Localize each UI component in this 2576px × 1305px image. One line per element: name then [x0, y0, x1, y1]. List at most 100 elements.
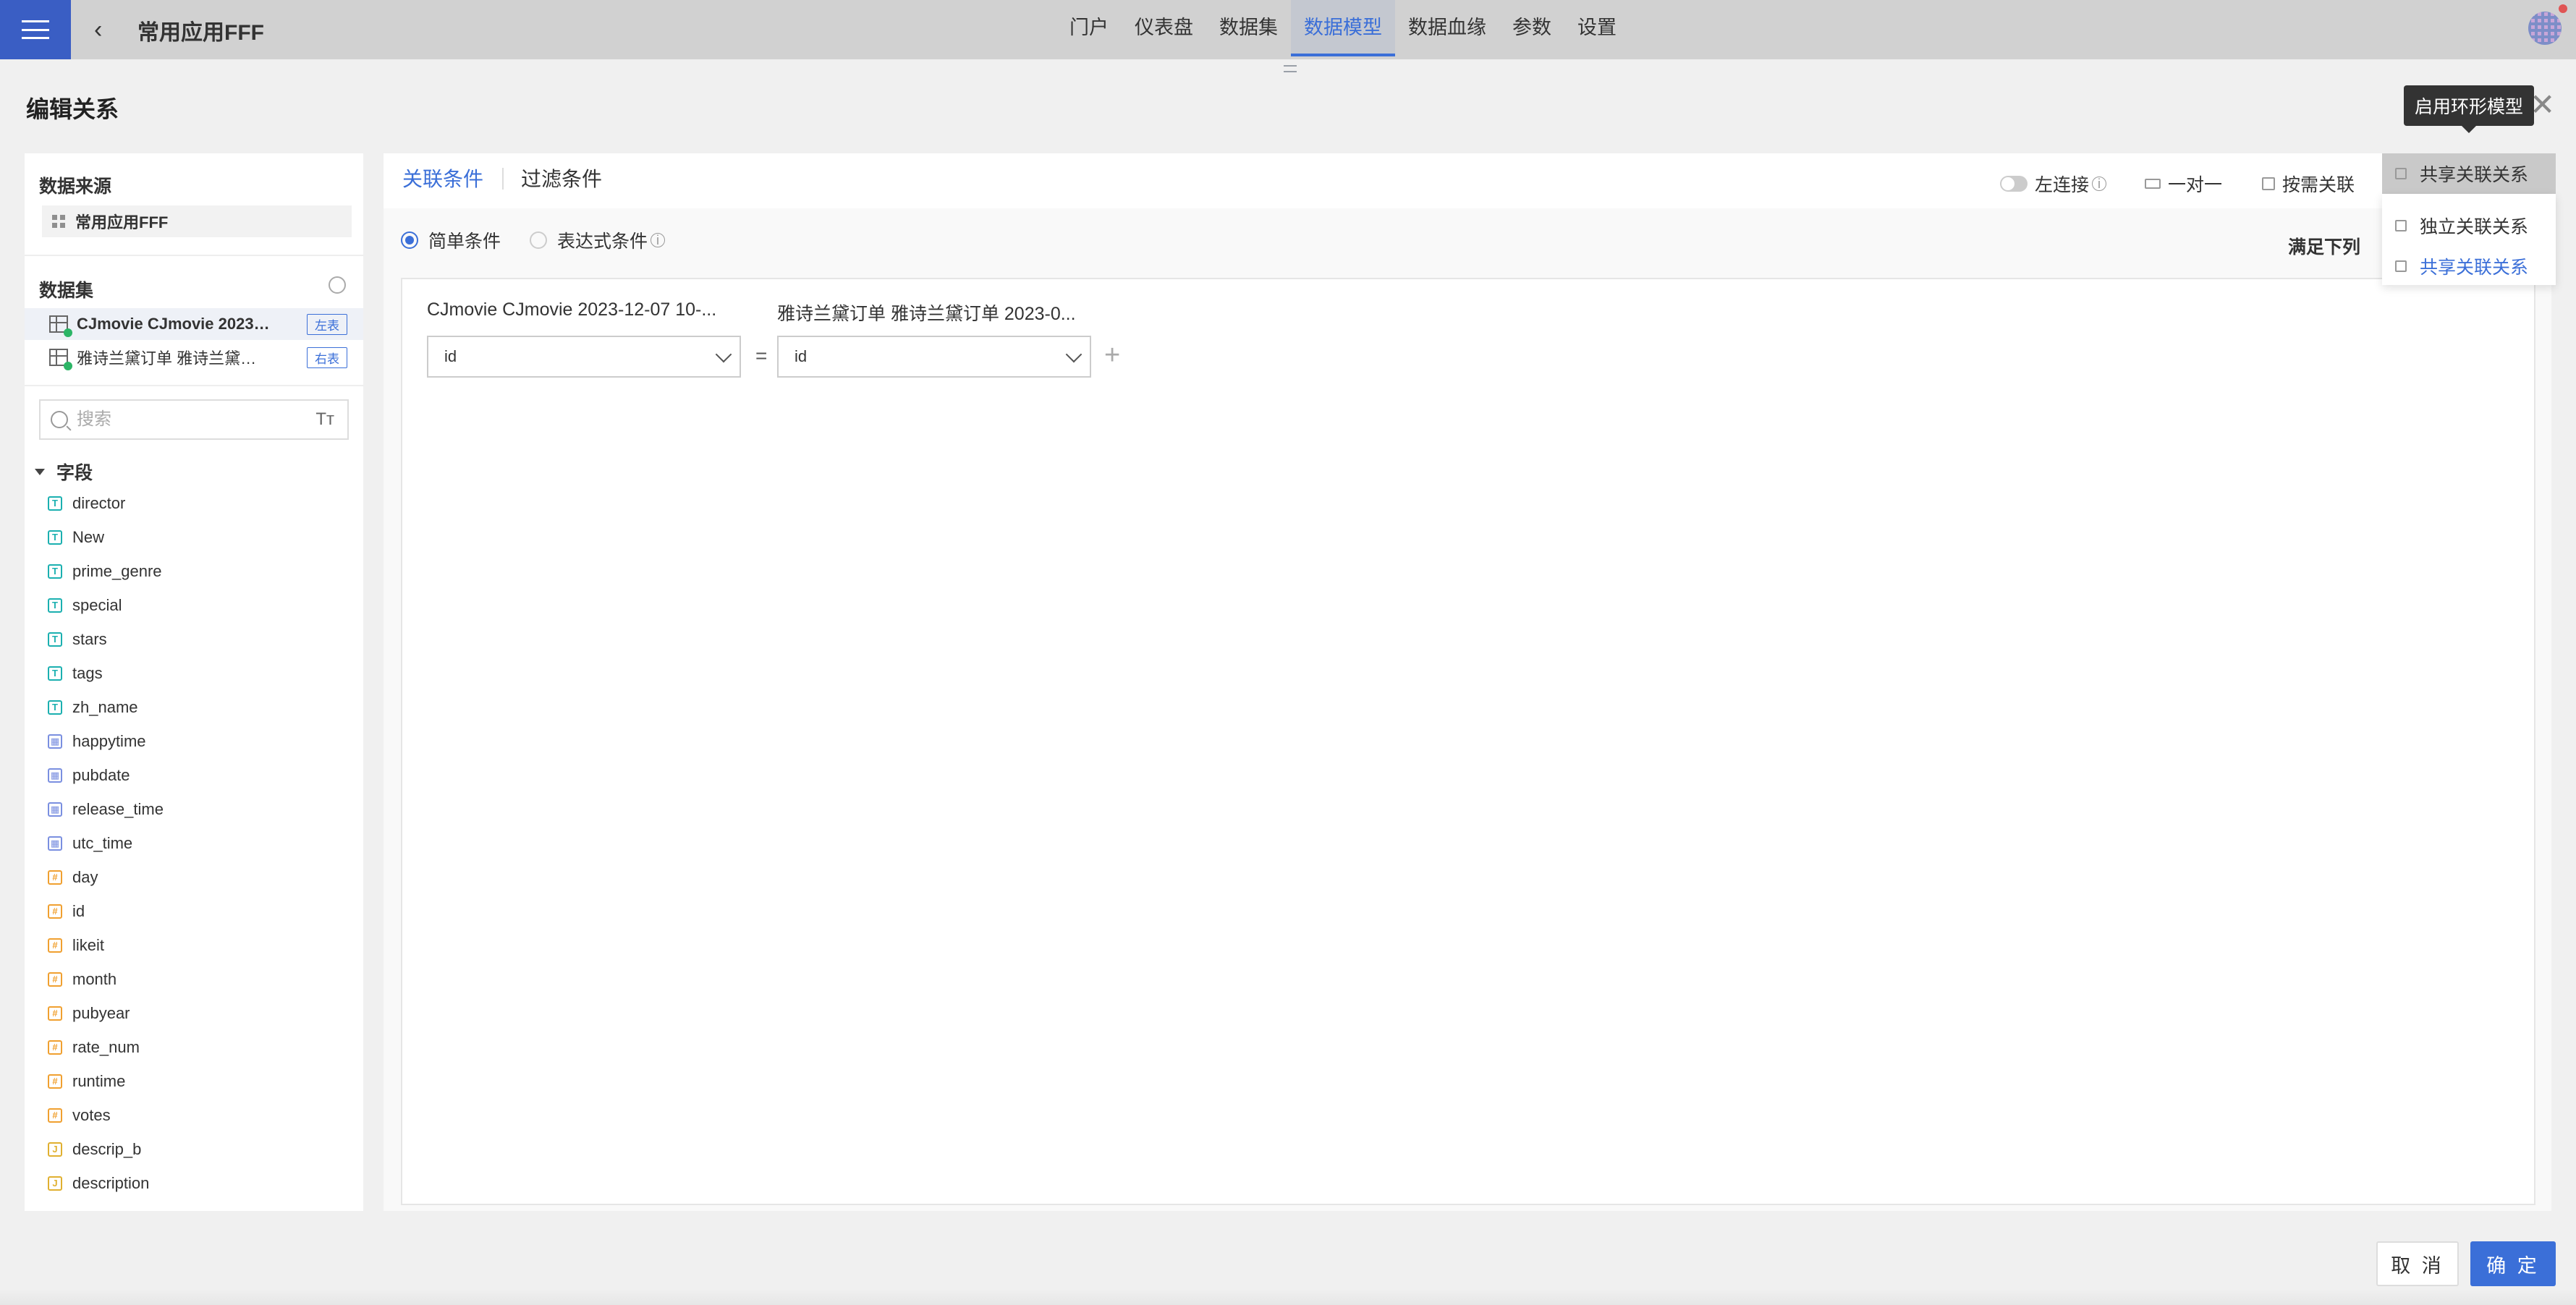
relation-dropdown: 独立关联关系 共享关联关系: [2382, 194, 2556, 285]
drag-handle-icon[interactable]: [1284, 65, 1297, 72]
right-panel: 关联条件 过滤条件 左连接 i 一对一 按需关联 简单条件 表达式条件 i 满足…: [384, 153, 2551, 1211]
simple-condition-label[interactable]: 简单条件: [428, 227, 501, 253]
link-icon: [2145, 179, 2161, 189]
field-item[interactable]: Tstars: [48, 622, 164, 656]
field-item[interactable]: # runtime: [48, 1064, 164, 1098]
number-type-icon: #: [48, 972, 62, 987]
dropdown-item-shared[interactable]: 共享关联关系: [2382, 246, 2556, 286]
operator: =: [755, 344, 768, 367]
field-name: description: [72, 1173, 150, 1192]
dropdown-item-label: 共享关联关系: [2420, 258, 2529, 278]
notification-dot: [2559, 4, 2567, 13]
nav-dataset[interactable]: 数据集: [1206, 0, 1291, 56]
share-relation-button[interactable]: 共享关联关系: [2382, 153, 2556, 194]
one-to-one-button[interactable]: 一对一: [2145, 171, 2222, 197]
number-type-icon: #: [48, 938, 62, 953]
field-item[interactable]: Jdescrip_b: [48, 1132, 164, 1166]
left-join-label: 左连接: [2035, 175, 2090, 195]
confirm-button[interactable]: 确 定: [2470, 1241, 2556, 1286]
left-join-toggle[interactable]: 左连接 i: [2000, 171, 2107, 197]
field-item[interactable]: # id: [48, 894, 164, 928]
calendar-icon: ▦: [48, 802, 62, 817]
field-item[interactable]: ▦ release_time: [48, 792, 164, 826]
field-item[interactable]: T New: [48, 520, 164, 554]
right-table-badge: 右表: [307, 347, 347, 368]
text-type-icon: T: [48, 564, 62, 579]
field-item[interactable]: Jdescription: [48, 1166, 164, 1200]
field-item[interactable]: Tprime_genre: [48, 554, 164, 588]
field-item[interactable]: # likeit: [48, 928, 164, 962]
text-type-icon: T: [48, 666, 62, 681]
nav-settings[interactable]: 设置: [1564, 0, 1630, 56]
on-demand-label: 按需关联: [2282, 175, 2355, 195]
nav-data-model[interactable]: 数据模型: [1291, 0, 1395, 56]
field-item[interactable]: Ttags: [48, 656, 164, 690]
field-name: stars: [72, 629, 107, 648]
cancel-button[interactable]: 取 消: [2376, 1241, 2459, 1286]
tab-join-condition[interactable]: 关联条件: [402, 163, 483, 192]
tab-separator: [502, 168, 504, 190]
on-demand-join-button[interactable]: 按需关联: [2262, 171, 2355, 197]
left-field-select[interactable]: id: [427, 336, 741, 378]
field-item[interactable]: Tspecial: [48, 588, 164, 622]
menu-button[interactable]: [0, 0, 71, 59]
nav-parameters[interactable]: 参数: [1499, 0, 1564, 56]
copy-icon: [2262, 177, 2275, 190]
field-name: tags: [72, 663, 103, 682]
dropdown-item-independent[interactable]: 独立关联关系: [2382, 205, 2556, 246]
top-bar: ‹ 常用应用FFF 门户 仪表盘 数据集 数据模型 数据血缘 参数 设置: [0, 0, 2576, 59]
right-field-value: id: [795, 347, 808, 365]
avatar[interactable]: [2528, 12, 2562, 45]
dataset-search-icon[interactable]: [329, 276, 346, 294]
fields-group-header[interactable]: 字段: [35, 459, 93, 485]
field-name: day: [72, 867, 98, 886]
field-item[interactable]: # pubyear: [48, 996, 164, 1030]
number-type-icon: #: [48, 904, 62, 919]
field-item[interactable]: ▦ pubdate: [48, 758, 164, 792]
dataset-row[interactable]: CJmovie CJmovie 2023-12-07 10-... 左表: [25, 308, 363, 340]
field-item[interactable]: Tzh_name: [48, 690, 164, 724]
text-type-icon: T: [48, 632, 62, 647]
nav-data-lineage[interactable]: 数据血缘: [1395, 0, 1499, 56]
table-icon: [49, 349, 72, 370]
app-grid-icon: [52, 215, 65, 228]
calendar-icon: ▦: [48, 734, 62, 749]
field-item[interactable]: Tdirector: [48, 486, 164, 520]
radio-simple[interactable]: [401, 231, 418, 249]
nav-dashboard[interactable]: 仪表盘: [1122, 0, 1206, 56]
modal-title: 编辑关系: [26, 96, 119, 122]
search-input[interactable]: [75, 409, 295, 430]
field-item[interactable]: ▦ happytime: [48, 724, 164, 758]
one-to-one-label: 一对一: [2168, 175, 2223, 195]
field-name: pubdate: [72, 765, 130, 784]
nav-portal[interactable]: 门户: [1056, 0, 1122, 56]
field-item[interactable]: ▦ utc_time: [48, 826, 164, 860]
checkbox-icon: [2395, 168, 2407, 179]
field-item[interactable]: # votes: [48, 1098, 164, 1132]
field-item[interactable]: # rate_num: [48, 1030, 164, 1064]
field-item[interactable]: # day: [48, 860, 164, 894]
search-icon: [51, 411, 68, 428]
back-arrow-icon[interactable]: ‹: [94, 16, 102, 44]
caret-down-icon: [35, 468, 45, 475]
expression-condition-label[interactable]: 表达式条件: [557, 227, 648, 253]
add-condition-icon[interactable]: +: [1104, 340, 1120, 371]
chevron-down-icon: [715, 346, 732, 363]
field-name: votes: [72, 1105, 111, 1124]
right-field-select[interactable]: id: [777, 336, 1091, 378]
source-name: 常用应用FFF: [75, 213, 169, 231]
field-name: descrip_b: [72, 1139, 142, 1158]
number-type-icon: #: [48, 1006, 62, 1021]
dataset-row[interactable]: 雅诗兰黛订单 雅诗兰黛订单 2023-0... 右表: [25, 341, 363, 373]
tab-filter-condition[interactable]: 过滤条件: [521, 163, 602, 192]
text-type-icon: T: [48, 700, 62, 715]
field-name: pubyear: [72, 1003, 130, 1022]
field-name: director: [72, 493, 126, 512]
source-item[interactable]: 常用应用FFF: [42, 205, 352, 237]
app-title: 常用应用FFF: [137, 21, 264, 45]
text-size-icon[interactable]: Tт: [315, 409, 334, 430]
field-name: release_time: [72, 799, 164, 818]
field-item[interactable]: # month: [48, 962, 164, 996]
radio-expression[interactable]: [530, 231, 548, 249]
link-icon: [2395, 260, 2407, 272]
